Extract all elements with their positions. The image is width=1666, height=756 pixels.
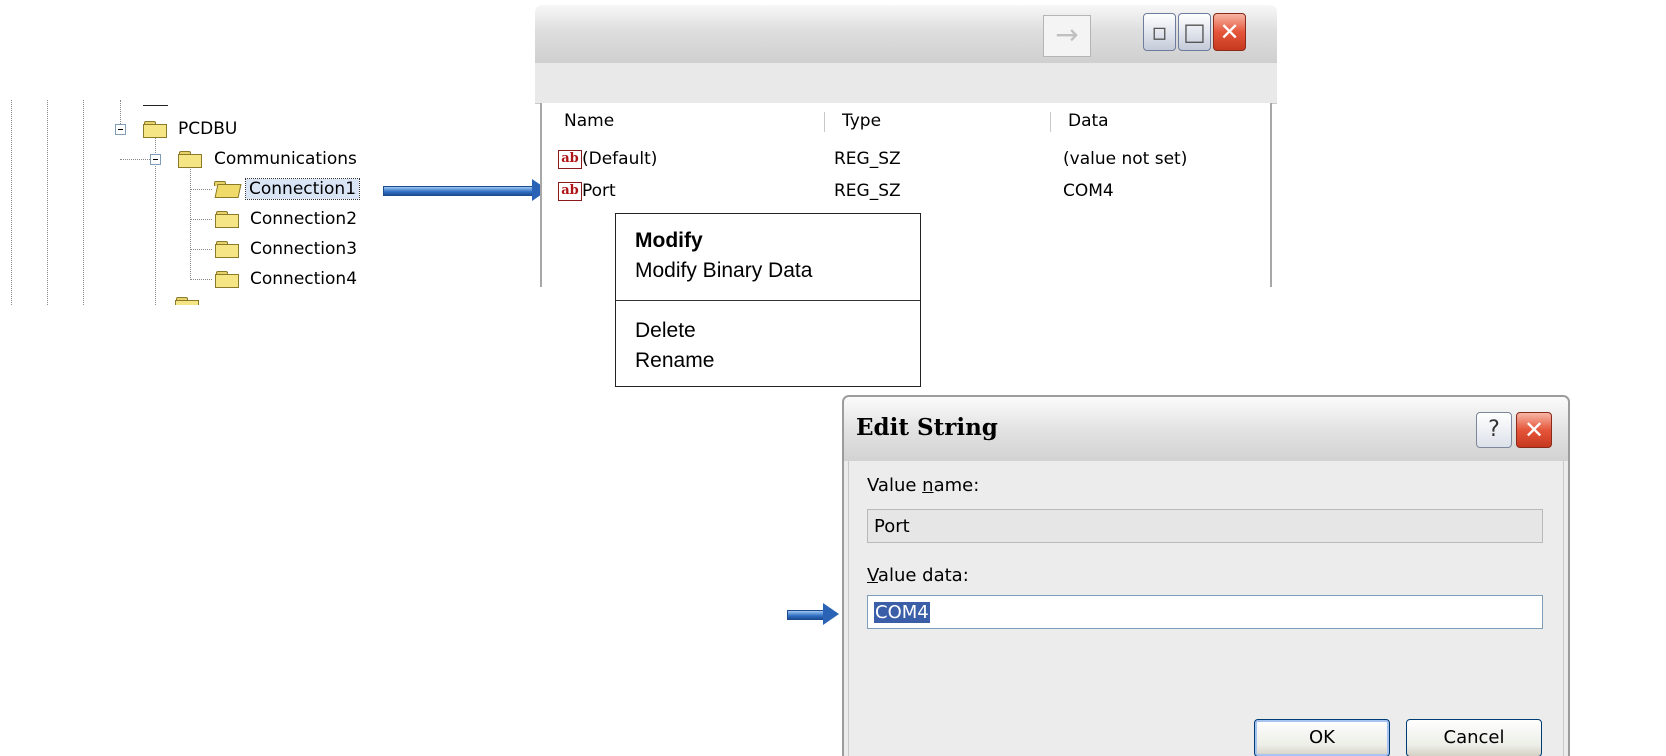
menu-item-modify-binary-data[interactable]: Modify Binary Data bbox=[635, 258, 812, 284]
column-header-data[interactable]: Data bbox=[1068, 108, 1109, 134]
maximize-button[interactable]: □ bbox=[1178, 13, 1211, 51]
tree-guide-line bbox=[143, 105, 168, 106]
value-name-label: Value name: bbox=[867, 475, 980, 496]
value-name: (Default) bbox=[582, 149, 658, 169]
folder-icon bbox=[215, 211, 239, 228]
tree-guide-line bbox=[83, 100, 84, 305]
tree-guide-line bbox=[190, 219, 212, 220]
menu-separator bbox=[616, 300, 920, 301]
callout-arrow-icon bbox=[787, 603, 839, 625]
tree-node-connection2[interactable]: Connection2 bbox=[250, 209, 357, 229]
tree-guide-line bbox=[120, 159, 150, 160]
arrow-right-icon: → bbox=[1055, 18, 1079, 51]
address-bar bbox=[535, 63, 1277, 104]
tree-node-pcdbu[interactable]: PCDBU bbox=[178, 119, 237, 139]
tree-guide-line bbox=[190, 189, 212, 190]
tree-guide-line bbox=[120, 100, 121, 124]
minimize-icon: ▫ bbox=[1151, 18, 1168, 46]
tree-guide-line bbox=[190, 166, 191, 280]
value-data-text: COM4 bbox=[874, 602, 930, 623]
dialog-title-bar: Edit String ? ✕ bbox=[844, 397, 1568, 461]
column-header-name[interactable]: Name bbox=[564, 108, 614, 134]
go-button[interactable]: → bbox=[1043, 15, 1091, 57]
context-menu: Modify Modify Binary Data Delete Rename bbox=[615, 213, 921, 387]
edit-string-dialog: Edit String ? ✕ Value name: Port Value d… bbox=[842, 395, 1570, 756]
column-separator[interactable] bbox=[824, 112, 825, 132]
maximize-icon: □ bbox=[1183, 18, 1206, 46]
folder-icon bbox=[175, 297, 199, 305]
folder-icon bbox=[178, 151, 202, 168]
value-data: COM4 bbox=[1063, 181, 1114, 201]
help-icon: ? bbox=[1488, 417, 1500, 442]
table-row[interactable]: ab (Default) REG_SZ (value not set) bbox=[542, 145, 1270, 173]
value-type: REG_SZ bbox=[834, 149, 901, 169]
value-name-field: Port bbox=[867, 509, 1543, 543]
menu-item-delete[interactable]: Delete bbox=[635, 318, 696, 344]
tree-guide-line bbox=[47, 100, 48, 305]
folder-icon bbox=[143, 121, 167, 138]
folder-icon bbox=[215, 241, 239, 258]
tree-node-communications[interactable]: Communications bbox=[214, 149, 357, 169]
value-data-input[interactable]: COM4 bbox=[867, 595, 1543, 629]
column-separator[interactable] bbox=[1050, 112, 1051, 132]
value-data-label: Value data: bbox=[867, 565, 969, 586]
ab-string-icon: ab bbox=[558, 150, 582, 169]
folder-icon bbox=[215, 271, 239, 288]
registry-tree: PCDBU Communications Connection1 Connect… bbox=[0, 100, 380, 305]
dialog-title: Edit String bbox=[856, 414, 998, 441]
cancel-button[interactable]: Cancel bbox=[1406, 719, 1542, 756]
close-icon: ✕ bbox=[1219, 18, 1240, 46]
value-name: Port bbox=[582, 181, 616, 201]
tree-node-connection4[interactable]: Connection4 bbox=[250, 269, 357, 289]
minimize-button[interactable]: ▫ bbox=[1143, 13, 1176, 51]
tree-guide-line bbox=[190, 279, 212, 280]
collapse-toggle-communications[interactable] bbox=[150, 154, 161, 165]
callout-arrow-icon bbox=[383, 179, 548, 201]
menu-item-rename[interactable]: Rename bbox=[635, 348, 714, 374]
value-data: (value not set) bbox=[1063, 149, 1188, 169]
value-name-text: Port bbox=[874, 516, 910, 537]
collapse-toggle-pcdbu[interactable] bbox=[115, 124, 126, 135]
ab-string-icon: ab bbox=[558, 182, 582, 201]
dialog-body: Value name: Port Value data: COM4 OK Can… bbox=[848, 461, 1564, 756]
close-icon: ✕ bbox=[1523, 416, 1545, 444]
close-button[interactable]: ✕ bbox=[1213, 13, 1246, 51]
tree-guide-line bbox=[190, 249, 212, 250]
column-header-type[interactable]: Type bbox=[842, 108, 881, 134]
tree-node-connection3[interactable]: Connection3 bbox=[250, 239, 357, 259]
value-type: REG_SZ bbox=[834, 181, 901, 201]
table-row[interactable]: ab Port REG_SZ COM4 bbox=[542, 177, 1270, 205]
ok-button[interactable]: OK bbox=[1254, 719, 1390, 756]
tree-node-connection1[interactable]: Connection1 bbox=[244, 178, 361, 200]
column-headers: Name Type Data bbox=[542, 108, 1270, 136]
dialog-close-button[interactable]: ✕ bbox=[1516, 412, 1552, 448]
open-folder-icon bbox=[213, 181, 242, 198]
tree-guide-line bbox=[11, 100, 12, 305]
menu-item-modify[interactable]: Modify bbox=[635, 228, 703, 254]
help-button[interactable]: ? bbox=[1476, 412, 1512, 448]
title-bar: → ▫ □ ✕ bbox=[535, 5, 1277, 64]
